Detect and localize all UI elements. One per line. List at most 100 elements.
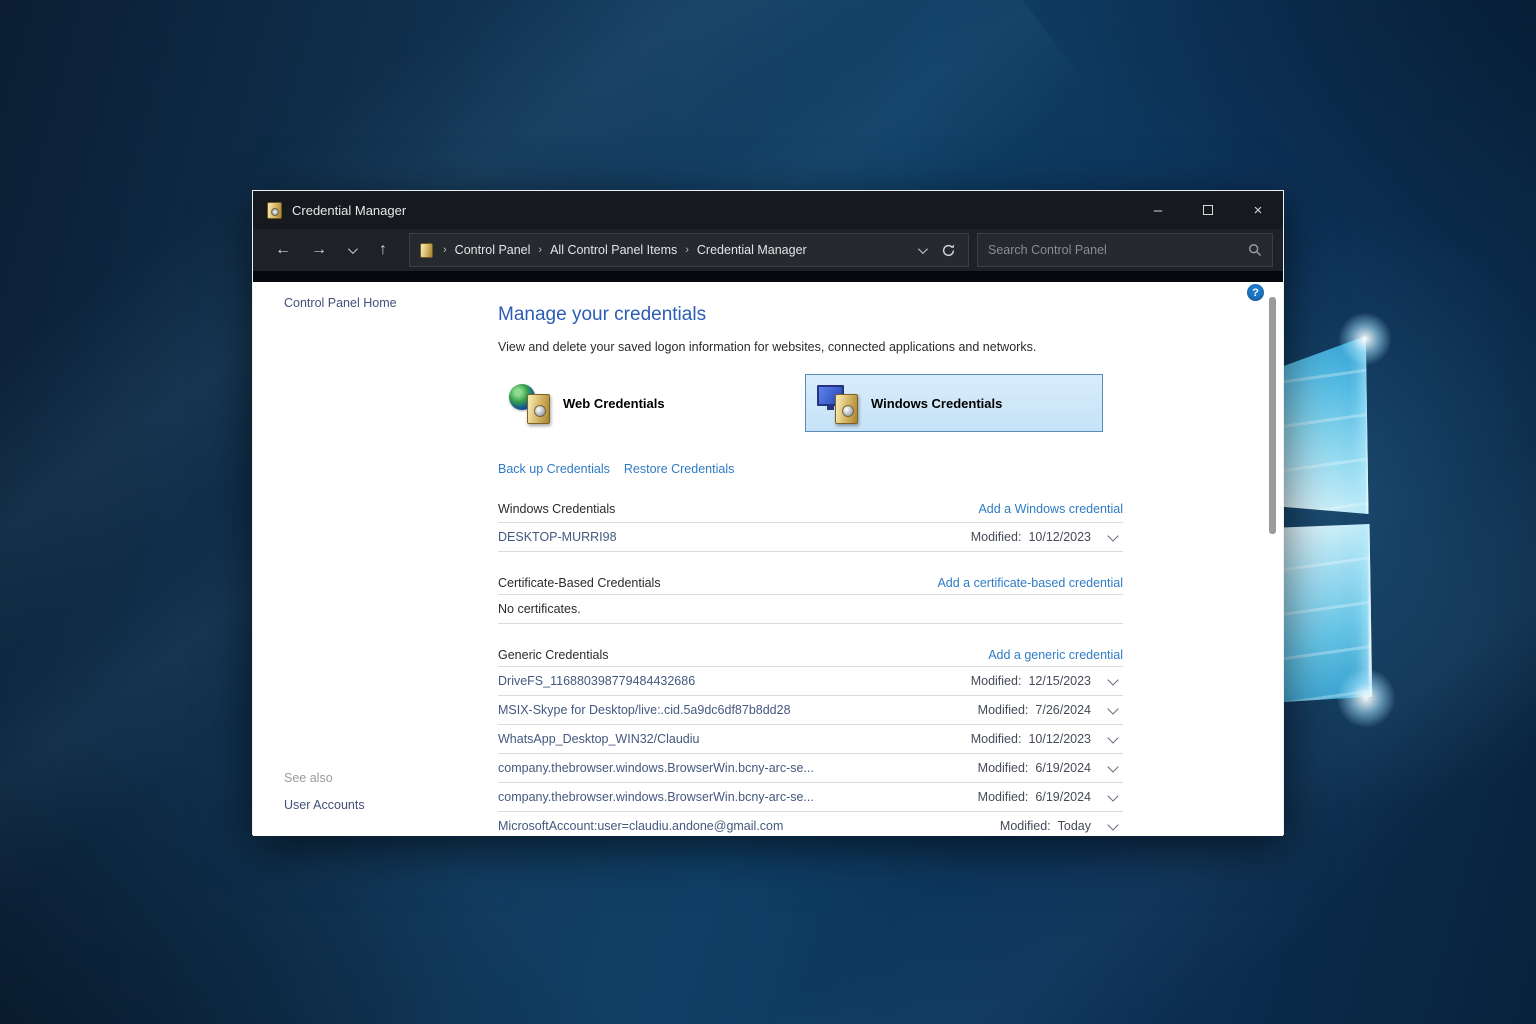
modified-date: 6/19/2024: [1035, 761, 1091, 775]
main-column: Manage your credentials View and delete …: [498, 282, 1123, 836]
logo-bright-edge: [1369, 524, 1372, 702]
modified-text: Modified: 10/12/2023: [971, 732, 1091, 746]
credential-row[interactable]: DESKTOP-MURRI98 Modified: 10/12/2023: [498, 523, 1123, 552]
modified-date: 10/12/2023: [1028, 530, 1091, 544]
modified-label: Modified:: [971, 674, 1022, 688]
section-header-generic-credentials: Generic Credentials Add a generic creden…: [498, 648, 1123, 667]
chevron-down-icon[interactable]: [1107, 819, 1118, 830]
modified-date: Today: [1058, 819, 1091, 833]
back-button[interactable]: ←: [265, 241, 301, 259]
tab-label: Windows Credentials: [871, 396, 1002, 411]
refresh-icon[interactable]: [941, 243, 956, 258]
minimize-icon: –: [1154, 202, 1162, 219]
forward-button[interactable]: →: [301, 241, 337, 259]
maximize-button[interactable]: [1183, 191, 1233, 229]
close-icon: ×: [1254, 202, 1263, 219]
modified-label: Modified:: [978, 790, 1029, 804]
windows-logo-pane-top: [1283, 336, 1373, 514]
modified-date: 6/19/2024: [1035, 790, 1091, 804]
sidebar-item-user-accounts[interactable]: User Accounts: [284, 798, 365, 812]
modified-label: Modified:: [1000, 819, 1051, 833]
chevron-down-icon[interactable]: [1107, 732, 1118, 743]
chevron-down-icon: [347, 244, 357, 254]
credential-row[interactable]: MSIX-Skype for Desktop/live:.cid.5a9dc6d…: [498, 696, 1123, 725]
modified-text: Modified: 10/12/2023: [971, 530, 1091, 544]
vertical-scrollbar[interactable]: [1269, 297, 1276, 534]
section-header-windows-credentials: Windows Credentials Add a Windows creden…: [498, 502, 1123, 523]
recent-locations-button[interactable]: [337, 241, 365, 259]
maximize-icon: [1203, 205, 1213, 215]
chevron-down-icon[interactable]: [1107, 790, 1118, 801]
vault-icon: [527, 394, 550, 424]
chevron-down-icon[interactable]: [1107, 761, 1118, 772]
credential-name: DriveFS_116880398779484432686: [498, 674, 971, 688]
up-button[interactable]: ↑: [365, 241, 401, 259]
search-box: [977, 233, 1273, 267]
modified-text: Modified: 12/15/2023: [971, 674, 1091, 688]
windows-credentials-icon: [817, 381, 861, 425]
add-generic-credential-link[interactable]: Add a generic credential: [988, 648, 1123, 662]
page-title: Manage your credentials: [498, 302, 1123, 328]
search-icon[interactable]: [1248, 243, 1262, 257]
empty-text: No certificates.: [498, 602, 581, 616]
add-certificate-credential-link[interactable]: Add a certificate-based credential: [937, 576, 1123, 590]
sidebar-item-control-panel-home[interactable]: Control Panel Home: [284, 296, 397, 310]
modified-label: Modified:: [971, 530, 1022, 544]
vault-icon: [420, 243, 433, 258]
help-button[interactable]: ?: [1247, 284, 1264, 301]
credential-name: WhatsApp_Desktop_WIN32/Claudiu: [498, 732, 971, 746]
credential-name: company.thebrowser.windows.BrowserWin.bc…: [498, 790, 978, 804]
tab-web-credentials[interactable]: Web Credentials: [498, 374, 796, 432]
titlebar: Credential Manager – ×: [253, 191, 1283, 229]
chevron-down-icon[interactable]: [1107, 530, 1118, 541]
breadcrumb-separator: ›: [437, 244, 453, 256]
section-heading: Generic Credentials: [498, 648, 608, 662]
web-credentials-icon: [509, 381, 553, 425]
credential-row[interactable]: company.thebrowser.windows.BrowserWin.bc…: [498, 783, 1123, 812]
see-also-label: See also: [284, 771, 333, 785]
credential-actions: Back up Credentials Restore Credentials: [498, 462, 1123, 476]
breadcrumb-credential-manager[interactable]: Credential Manager: [695, 243, 809, 257]
modified-text: Modified: 7/26/2024: [978, 703, 1091, 717]
no-certificates-text: No certificates.: [498, 595, 1123, 624]
add-windows-credential-link[interactable]: Add a Windows credential: [978, 502, 1123, 516]
breadcrumb-separator: ›: [532, 244, 548, 256]
address-bar[interactable]: › Control Panel › All Control Panel Item…: [409, 233, 969, 267]
section-heading: Windows Credentials: [498, 502, 615, 516]
window-controls: – ×: [1133, 191, 1283, 229]
breadcrumb-control-panel[interactable]: Control Panel: [453, 243, 533, 257]
credential-manager-icon: [267, 202, 282, 219]
restore-credentials-link[interactable]: Restore Credentials: [624, 462, 734, 476]
breadcrumb-all-control-panel-items[interactable]: All Control Panel Items: [548, 243, 679, 257]
tab-label: Web Credentials: [563, 396, 665, 411]
logo-light-bands: [1283, 336, 1373, 514]
chevron-down-icon[interactable]: [1107, 703, 1118, 714]
credential-row[interactable]: DriveFS_116880398779484432686 Modified: …: [498, 667, 1123, 696]
page-description: View and delete your saved logon informa…: [498, 340, 1123, 354]
backup-credentials-link[interactable]: Back up Credentials: [498, 462, 610, 476]
modified-label: Modified:: [978, 703, 1029, 717]
credential-row[interactable]: MicrosoftAccount:user=claudiu.andone@gma…: [498, 812, 1123, 836]
content-area: Control Panel Home See also User Account…: [253, 282, 1283, 836]
forward-icon: →: [311, 241, 327, 258]
toolbar-divider: [253, 271, 1283, 282]
section-header-certificate-credentials: Certificate-Based Credentials Add a cert…: [498, 576, 1123, 595]
desktop-wallpaper: Credential Manager – × ← →: [0, 0, 1536, 1024]
tab-windows-credentials[interactable]: Windows Credentials: [805, 374, 1103, 432]
minimize-button[interactable]: –: [1133, 191, 1183, 229]
credential-row[interactable]: WhatsApp_Desktop_WIN32/Claudiu Modified:…: [498, 725, 1123, 754]
modified-label: Modified:: [971, 732, 1022, 746]
breadcrumb-separator: ›: [679, 244, 695, 256]
credential-row[interactable]: company.thebrowser.windows.BrowserWin.bc…: [498, 754, 1123, 783]
credential-type-tabs: Web Credentials Windows Credentials: [498, 374, 1123, 432]
modified-text: Modified: 6/19/2024: [978, 790, 1091, 804]
back-icon: ←: [275, 241, 291, 258]
help-icon: ?: [1252, 287, 1259, 299]
chevron-down-icon[interactable]: [1107, 674, 1118, 685]
close-button[interactable]: ×: [1233, 191, 1283, 229]
address-dropdown-icon[interactable]: [918, 244, 928, 254]
modified-text: Modified: Today: [1000, 819, 1091, 833]
search-input[interactable]: [988, 243, 1248, 257]
modified-label: Modified:: [978, 761, 1029, 775]
modified-date: 10/12/2023: [1028, 732, 1091, 746]
